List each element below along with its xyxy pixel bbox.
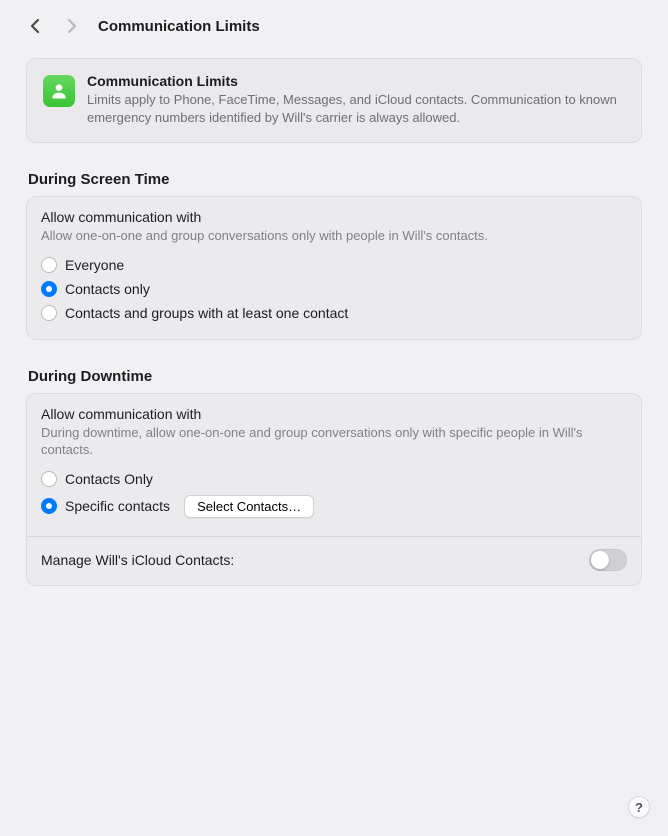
info-title: Communication Limits	[87, 73, 625, 89]
screentime-card-title: Allow communication with	[41, 209, 627, 225]
radio-contacts-only[interactable]	[41, 281, 57, 297]
downtime-card: Allow communication with During downtime…	[26, 393, 642, 586]
downtime-card-title: Allow communication with	[41, 406, 627, 422]
radio-downtime-contacts-only-label: Contacts Only	[65, 471, 153, 487]
radio-downtime-specific[interactable]	[41, 498, 57, 514]
section-header-downtime: During Downtime	[26, 368, 642, 385]
toggle-knob	[591, 551, 609, 569]
help-button[interactable]: ?	[628, 796, 650, 818]
radio-contacts-groups-label: Contacts and groups with at least one co…	[65, 305, 348, 321]
radio-downtime-contacts-only[interactable]	[41, 471, 57, 487]
manage-icloud-label: Manage Will's iCloud Contacts:	[41, 552, 234, 568]
nav-back-button[interactable]	[26, 17, 44, 35]
screentime-card: Allow communication with Allow one-on-on…	[26, 196, 642, 340]
info-box: Communication Limits Limits apply to Pho…	[26, 58, 642, 143]
divider	[27, 536, 641, 537]
radio-contacts-only-label: Contacts only	[65, 281, 150, 297]
radio-contacts-groups[interactable]	[41, 305, 57, 321]
nav-forward-button	[62, 17, 80, 35]
select-contacts-button[interactable]: Select Contacts…	[184, 495, 314, 518]
radio-everyone-label: Everyone	[65, 257, 124, 273]
section-header-screentime: During Screen Time	[26, 171, 642, 188]
page-title: Communication Limits	[98, 18, 260, 35]
communication-limits-icon	[43, 75, 75, 107]
screentime-card-sub: Allow one-on-one and group conversations…	[41, 227, 627, 245]
radio-everyone[interactable]	[41, 257, 57, 273]
manage-icloud-toggle[interactable]	[589, 549, 627, 571]
downtime-card-sub: During downtime, allow one-on-one and gr…	[41, 424, 627, 459]
radio-downtime-specific-label: Specific contacts	[65, 498, 170, 514]
info-description: Limits apply to Phone, FaceTime, Message…	[87, 91, 625, 126]
